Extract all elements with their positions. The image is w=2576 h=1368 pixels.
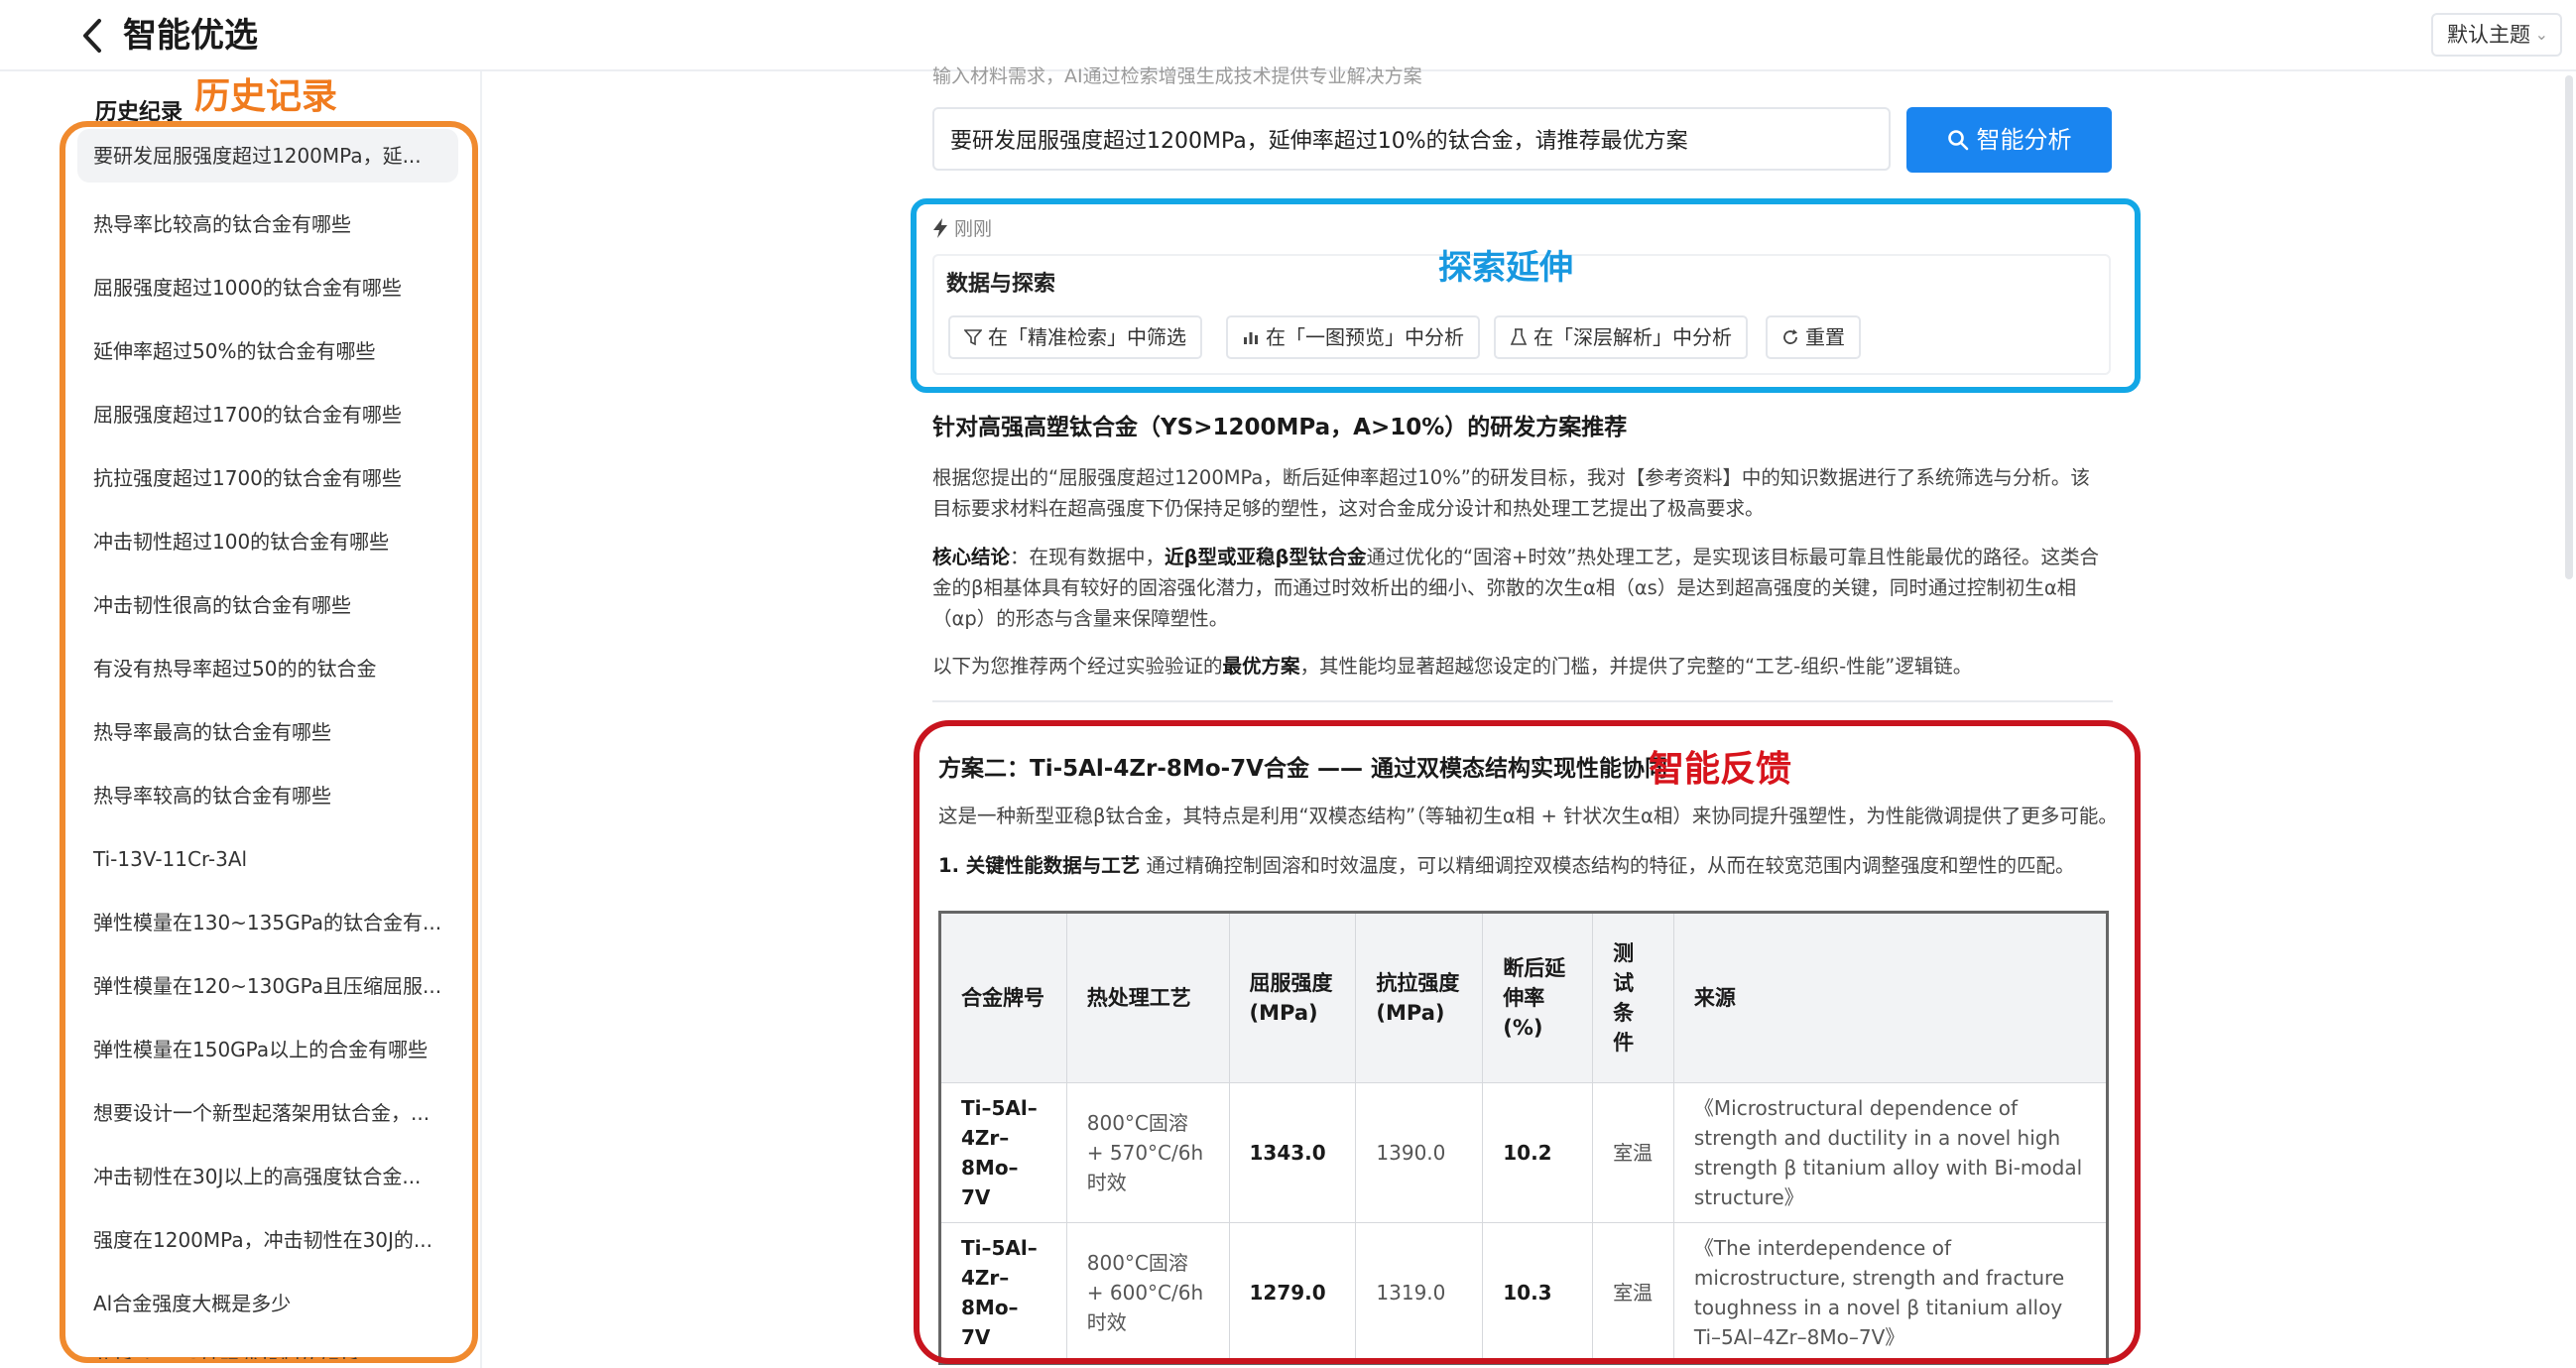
col-yield-strength: 屈服强度(MPa) <box>1228 912 1357 1083</box>
cell-elongation: 10.3 <box>1482 1222 1594 1364</box>
lightning-icon <box>933 218 947 238</box>
theme-select-value: 默认主题 <box>2447 23 2530 47</box>
explore-time: 刚刚 <box>954 218 993 240</box>
refresh-icon <box>1783 329 1797 344</box>
cell-elongation: 10.2 <box>1482 1082 1594 1223</box>
analyze-button-label: 智能分析 <box>1976 126 2072 154</box>
reset-button[interactable]: 重置 <box>1766 315 1861 359</box>
table-row: Ti–5Al–4Zr–8Mo–7V 800°C固溶 + 570°C/6h 时效 … <box>939 1082 2109 1223</box>
main-scrollbar[interactable] <box>2565 75 2573 579</box>
back-arrow-icon[interactable] <box>77 18 107 54</box>
history-item[interactable]: 热导率最高的钛合金有哪些 <box>77 700 458 764</box>
history-item[interactable]: 抗拉强度超过1700的钛合金有哪些 <box>77 446 458 510</box>
divider <box>932 700 2113 702</box>
history-item[interactable]: 弹性模量在150GPa以上的合金有哪些 <box>77 1018 458 1081</box>
col-test-condition: 测试条件 <box>1592 912 1674 1083</box>
cell-source: 《Microstructural dependence of strength … <box>1672 1082 2109 1223</box>
chevron-down-icon: ⌄ <box>2534 25 2548 44</box>
history-item[interactable]: 延伸率超过50%的钛合金有哪些 <box>77 319 458 383</box>
summary-text: 以下为您推荐两个经过实验验证的 <box>932 655 1223 678</box>
col-elongation: 断后延伸率(%) <box>1482 912 1594 1083</box>
history-item[interactable]: 热导率较高的钛合金有哪些 <box>77 764 458 827</box>
table-row: Ti–5Al–4Zr–8Mo–7V 800°C固溶 + 600°C/6h 时效 … <box>939 1222 2109 1364</box>
col-source: 来源 <box>1672 912 2109 1083</box>
flask-icon <box>1510 328 1528 345</box>
history-item[interactable]: Ti-13V-11Cr-3Al <box>77 827 458 891</box>
subsection-text: 通过精确控制固溶和时效温度，可以精细调控双模态结构的特征，从而在较宽范围内调整强… <box>1140 854 2075 877</box>
history-item[interactable]: 弹性模量在120~130GPa且压缩屈服... <box>77 954 458 1018</box>
feedback-annotation: 智能反馈 <box>1649 749 1792 790</box>
search-icon <box>1947 130 1968 151</box>
performance-table: 合金牌号 热处理工艺 屈服强度(MPa) 抗拉强度(MPa) 断后延伸率(%) … <box>938 911 2109 1365</box>
cell-heat-treatment: 800°C固溶 + 600°C/6h 时效 <box>1065 1222 1230 1364</box>
scheme-description: 这是一种新型亚稳β钛合金，其特点是利用“双模态结构”（等轴初生α相 + 针状次生… <box>938 805 2118 827</box>
table-header-row: 合金牌号 热处理工艺 屈服强度(MPa) 抗拉强度(MPa) 断后延伸率(%) … <box>939 912 2109 1083</box>
report-summary: 以下为您推荐两个经过实验验证的最优方案，其性能均显著超越您设定的门槛，并提供了完… <box>932 651 2103 682</box>
col-heat-treatment: 热处理工艺 <box>1065 912 1230 1083</box>
history-item[interactable]: 有没有热导率超过50的的钛合金 <box>77 637 458 700</box>
history-item[interactable]: 弹性模量在130~135GPa的钛合金有... <box>77 891 458 954</box>
cell-alloy: Ti–5Al–4Zr–8Mo–7V <box>939 1082 1067 1223</box>
chip-label: 在「深层解析」中分析 <box>1533 325 1732 349</box>
theme-select[interactable]: 默认主题 ⌄ <box>2431 13 2562 57</box>
explore-heading: 数据与探索 <box>946 272 1056 297</box>
cell-alloy: Ti–5Al–4Zr–8Mo–7V <box>939 1222 1067 1364</box>
cell-source: 《The interdependence of microstructure, … <box>1672 1222 2109 1364</box>
report-intro: 根据您提出的“屈服强度超过1200MPa，断后延伸率超过10%”的研发目标，我对… <box>932 466 2090 520</box>
history-annotation: 历史记录 <box>194 76 338 117</box>
history-item[interactable]: 冲击韧性超过100的钛合金有哪些 <box>77 510 458 573</box>
filter-icon <box>964 329 982 346</box>
history-item[interactable]: 冲击韧性在30J以上的高强度钛合金... <box>77 1145 458 1208</box>
history-item[interactable]: 强度在1200MPa，冲击韧性在30J的... <box>77 1208 458 1272</box>
search-hint: 输入材料需求，AI通过检索增强生成技术提供专业解决方案 <box>932 65 1422 87</box>
explore-timestamp: 刚刚 <box>932 214 992 244</box>
filter-precise-search-button[interactable]: 在「精准检索」中筛选 <box>948 315 1202 359</box>
history-list: 要研发屈服强度超过1200MPa，延... 热导率比较高的钛合金有哪些 屈服强度超过… <box>77 129 458 1359</box>
chip-label: 在「精准检索」中筛选 <box>988 325 1186 349</box>
bar-chart-icon <box>1244 332 1258 344</box>
cell-test-condition: 室温 <box>1592 1222 1674 1364</box>
cell-yield-strength: 1279.0 <box>1228 1222 1357 1364</box>
history-item[interactable]: 冲击韧性很高的钛合金有哪些 <box>77 573 458 637</box>
cell-yield-strength: 1343.0 <box>1228 1082 1357 1223</box>
history-item[interactable]: 屈服强度超过1000的钛合金有哪些 <box>77 256 458 319</box>
summary-emphasis: 最优方案 <box>1222 655 1300 678</box>
conclusion-text: ：在现有数据中， <box>1010 546 1165 568</box>
subsection-label: 1. 关键性能数据与工艺 <box>938 854 1141 877</box>
conclusion-label: 核心结论 <box>932 546 1011 568</box>
report-conclusion: 核心结论：在现有数据中，近β型或亚稳β型钛合金通过优化的“固溶+时效”热处理工艺… <box>932 542 2103 634</box>
scheme-subsection: 1. 关键性能数据与工艺 通过精确控制固溶和时效温度，可以精细调控双模态结构的特… <box>938 851 2074 881</box>
search-input[interactable] <box>932 107 1891 171</box>
analyze-deep-button[interactable]: 在「深层解析」中分析 <box>1494 315 1748 359</box>
col-tensile-strength: 抗拉强度(MPa) <box>1355 912 1484 1083</box>
analyze-overview-button[interactable]: 在「一图预览」中分析 <box>1226 315 1480 359</box>
page-title: 智能优选 <box>123 16 258 56</box>
cell-tensile-strength: 1319.0 <box>1355 1222 1484 1364</box>
cell-heat-treatment: 800°C固溶 + 570°C/6h 时效 <box>1065 1082 1230 1223</box>
conclusion-emphasis: 近β型或亚稳β型钛合金 <box>1165 546 1367 568</box>
history-item[interactable]: 要研发屈服强度超过1200MPa，延... <box>77 129 458 183</box>
chip-label: 重置 <box>1805 325 1845 349</box>
chip-label: 在「一图预览」中分析 <box>1266 325 1464 349</box>
history-item[interactable]: 热导率比较高的钛合金有哪些 <box>77 192 458 256</box>
col-alloy: 合金牌号 <box>939 912 1067 1083</box>
scheme-title: 方案二：Ti-5Al-4Zr-8Mo-7V合金 —— 通过双模态结构实现性能协同 <box>938 756 1667 782</box>
report-title: 针对高强高塑钛合金（YS>1200MPa，A>10%）的研发方案推荐 <box>932 415 1628 440</box>
cell-test-condition: 室温 <box>1592 1082 1674 1223</box>
top-bar: 智能优选 默认主题 ⌄ <box>0 0 2576 71</box>
history-item[interactable]: 想要设计一个新型起落架用钛合金，... <box>77 1081 458 1145</box>
summary-text: ，其性能均显著超越您设定的门槛，并提供了完整的“工艺-组织-性能”逻辑链。 <box>1299 655 1973 678</box>
cell-tensile-strength: 1390.0 <box>1355 1082 1484 1223</box>
history-item[interactable]: 分析Ti5553钛现代机制的解析 <box>77 1335 458 1359</box>
analyze-button[interactable]: 智能分析 <box>1906 107 2112 173</box>
history-item[interactable]: Al合金强度大概是多少 <box>77 1272 458 1335</box>
history-item[interactable]: 屈服强度超过1700的钛合金有哪些 <box>77 383 458 446</box>
explore-annotation: 探索延伸 <box>1438 248 1573 288</box>
